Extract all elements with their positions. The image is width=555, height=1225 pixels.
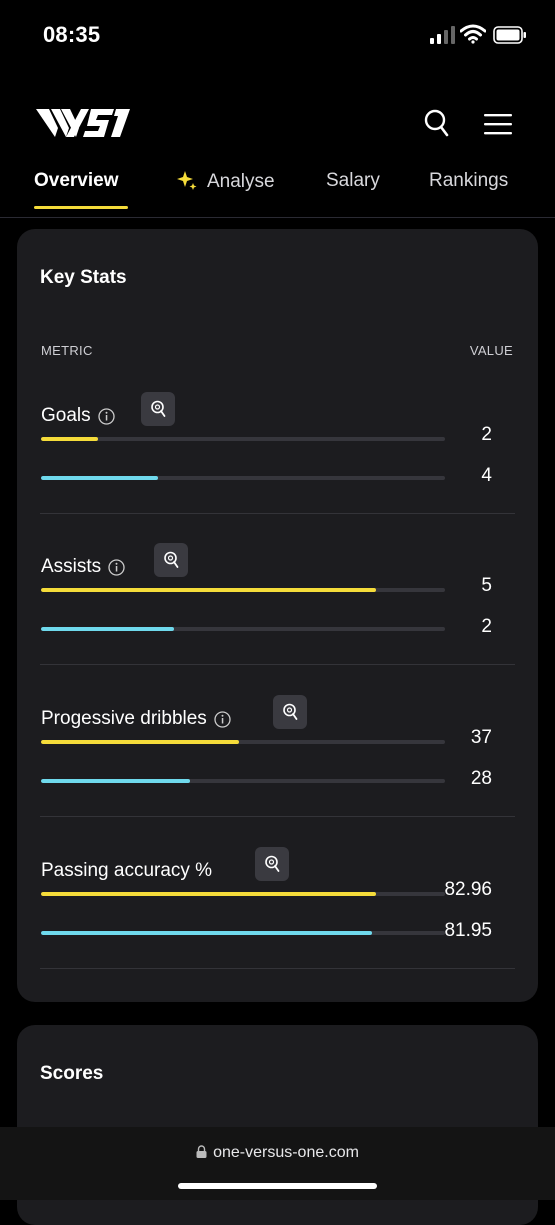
- value-player-1: 37: [470, 727, 492, 748]
- bar-track-player-1: [41, 892, 445, 896]
- cellular-signal-icon: [430, 26, 455, 44]
- metric-row-progressive-dribbles: Progessive dribbles 37 28: [17, 695, 538, 847]
- divider: [40, 513, 515, 514]
- magnifier-icon: [151, 400, 166, 417]
- bar-fill-player-1: [41, 437, 98, 441]
- metric-name: Assists: [41, 556, 102, 577]
- metric-row-assists: Assists 5 2: [17, 543, 538, 695]
- info-icon[interactable]: [214, 710, 231, 728]
- metric-label: Assists: [41, 556, 125, 578]
- metric-name: Progessive dribbles: [41, 708, 207, 729]
- tab-analyse-label: Analyse: [207, 171, 275, 192]
- tab-analyse[interactable]: Analyse: [177, 170, 275, 193]
- metric-label: Passing accuracy %: [41, 860, 212, 882]
- url-display[interactable]: one-versus-one.com: [0, 1144, 555, 1162]
- key-stats-card: Key Stats METRIC VALUE Goals 2 4 Assists…: [17, 229, 538, 1002]
- value-player-1: 82.96: [444, 879, 492, 900]
- sparkle-icon: [177, 171, 197, 190]
- divider: [40, 816, 515, 817]
- tab-overview[interactable]: Overview: [34, 170, 119, 192]
- metric-label: Progessive dribbles: [41, 708, 231, 730]
- compare-button[interactable]: [273, 695, 307, 729]
- tab-rankings[interactable]: Rankings: [429, 170, 508, 192]
- info-icon[interactable]: [97, 407, 115, 425]
- bar-track-player-2: [41, 627, 445, 631]
- bar-fill-player-2: [41, 779, 191, 783]
- bar-fill-player-2: [41, 931, 373, 935]
- metric-name: Goals: [41, 405, 91, 426]
- metric-column-header: METRIC: [41, 343, 93, 358]
- bar-fill-player-2: [41, 627, 175, 631]
- bar-track-player-2: [41, 779, 445, 783]
- status-bar: 08:35: [0, 0, 555, 70]
- value-column-header: VALUE: [469, 343, 513, 358]
- lock-icon: [196, 1145, 207, 1158]
- card-title: Scores: [40, 1063, 104, 1084]
- tab-bar: Overview Analyse Salary Rankings: [0, 160, 555, 218]
- value-player-2: 2: [481, 616, 492, 637]
- divider: [40, 664, 515, 665]
- info-icon[interactable]: [108, 558, 125, 576]
- bar-track-player-1: [41, 437, 445, 441]
- hamburger-menu-icon[interactable]: [484, 112, 512, 136]
- magnifier-icon: [265, 855, 280, 872]
- brand-logo[interactable]: [36, 106, 130, 140]
- metric-label: Goals: [41, 405, 115, 427]
- compare-button[interactable]: [141, 392, 175, 426]
- bar-fill-player-1: [41, 892, 377, 896]
- bar-fill-player-2: [41, 476, 159, 480]
- home-indicator[interactable]: [178, 1183, 377, 1189]
- metric-row-goals: Goals 2 4: [17, 392, 538, 544]
- browser-url-bar[interactable]: one-versus-one.com: [0, 1127, 555, 1200]
- bar-track-player-1: [41, 740, 445, 744]
- metric-name: Passing accuracy %: [41, 860, 213, 881]
- value-player-2: 81.95: [444, 920, 492, 941]
- bar-fill-player-1: [41, 588, 377, 592]
- bar-track-player-2: [41, 931, 445, 935]
- card-title: Key Stats: [40, 267, 127, 288]
- compare-button[interactable]: [255, 847, 289, 881]
- divider: [40, 968, 515, 969]
- status-time: 08:35: [43, 22, 101, 47]
- bar-fill-player-1: [41, 740, 239, 744]
- metric-row-passing-accuracy: Passing accuracy % 82.96 81.95: [17, 847, 538, 999]
- value-player-1: 2: [481, 424, 492, 445]
- magnifier-icon: [164, 551, 179, 568]
- value-player-1: 5: [481, 575, 492, 596]
- tab-salary[interactable]: Salary: [326, 170, 380, 192]
- bar-track-player-1: [41, 588, 445, 592]
- compare-button[interactable]: [154, 543, 188, 577]
- battery-icon: [493, 26, 526, 44]
- active-tab-indicator: [34, 206, 128, 209]
- wifi-icon: [460, 24, 486, 44]
- value-player-2: 28: [470, 768, 492, 789]
- url-text: one-versus-one.com: [213, 1144, 359, 1161]
- magnifier-icon: [283, 703, 298, 720]
- value-player-2: 4: [481, 465, 492, 486]
- bar-track-player-2: [41, 476, 445, 480]
- search-icon[interactable]: [422, 108, 450, 138]
